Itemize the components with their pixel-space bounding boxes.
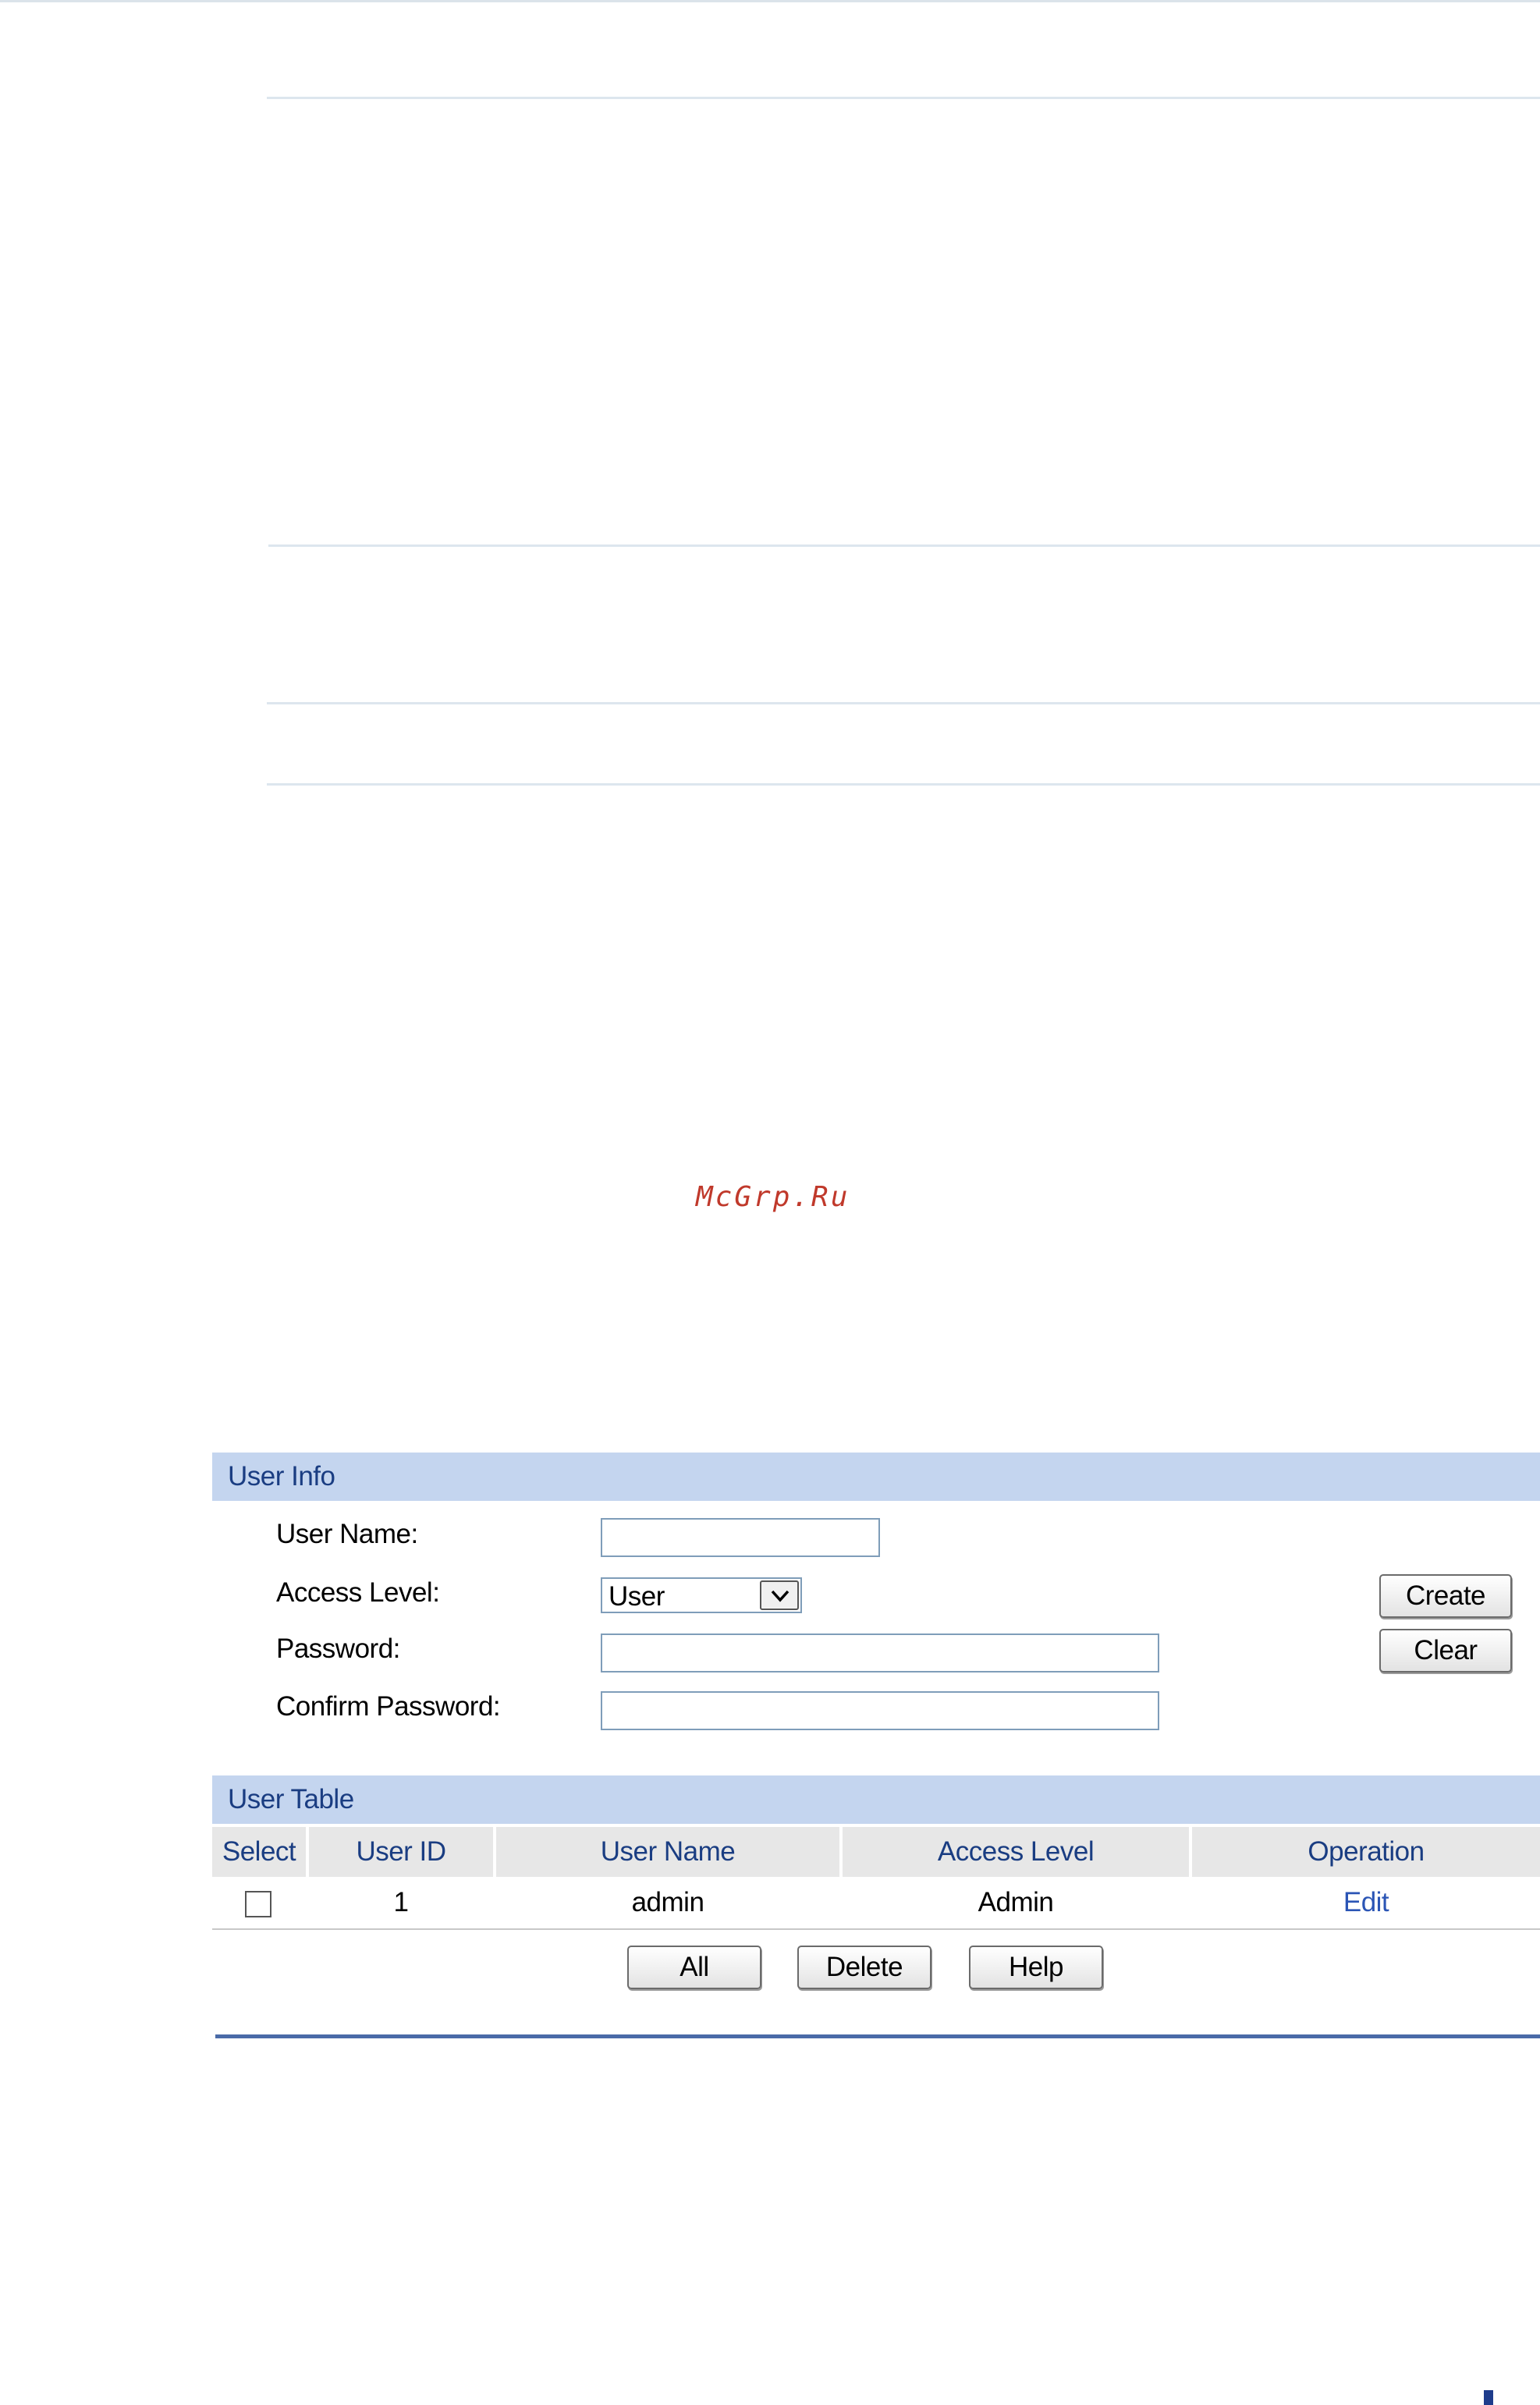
access-level-label: Access Level: [276, 1577, 440, 1608]
password-input[interactable] [601, 1633, 1159, 1673]
clear-button[interactable]: Clear [1379, 1629, 1512, 1673]
access-level-select[interactable]: User [601, 1577, 802, 1613]
row-edit-link[interactable]: Edit [1192, 1878, 1540, 1927]
row-user-id: 1 [393, 1887, 409, 1917]
divider-3 [267, 702, 1540, 704]
user-name-input[interactable] [601, 1518, 880, 1557]
row-select-checkbox[interactable] [245, 1891, 271, 1917]
divider-4 [267, 783, 1540, 786]
user-name-label: User Name: [276, 1519, 418, 1549]
column-header-access-level: Access Level [843, 1827, 1189, 1877]
password-label: Password: [276, 1633, 400, 1664]
row-user-name: admin [631, 1887, 704, 1917]
access-level-selected: User [609, 1581, 665, 1612]
divider-2 [268, 544, 1540, 547]
watermark: McGrp.Ru [696, 1181, 850, 1213]
column-header-user-id: User ID [309, 1827, 493, 1877]
top-rule [0, 0, 1540, 2]
chevron-down-icon[interactable] [760, 1580, 799, 1610]
create-button[interactable]: Create [1379, 1574, 1512, 1618]
column-header-operation: Operation [1192, 1827, 1540, 1877]
user-table-header: User Table [212, 1775, 1540, 1824]
row-separator [212, 1928, 1540, 1930]
confirm-password-label: Confirm Password: [276, 1691, 501, 1722]
column-header-select: Select [212, 1827, 306, 1877]
divider-1 [267, 97, 1540, 99]
help-button[interactable]: Help [969, 1946, 1103, 1989]
delete-button[interactable]: Delete [797, 1946, 931, 1989]
panel-bottom-rule [215, 2034, 1540, 2038]
confirm-password-input[interactable] [601, 1691, 1159, 1730]
page-corner-mark [1484, 2390, 1493, 2405]
user-info-header: User Info [212, 1453, 1540, 1501]
column-header-user-name: User Name [496, 1827, 839, 1877]
select-all-button[interactable]: All [627, 1946, 761, 1989]
row-access-level: Admin [978, 1887, 1054, 1917]
user-config-panel: User Info User Name: Access Level: User … [212, 1453, 1540, 2038]
